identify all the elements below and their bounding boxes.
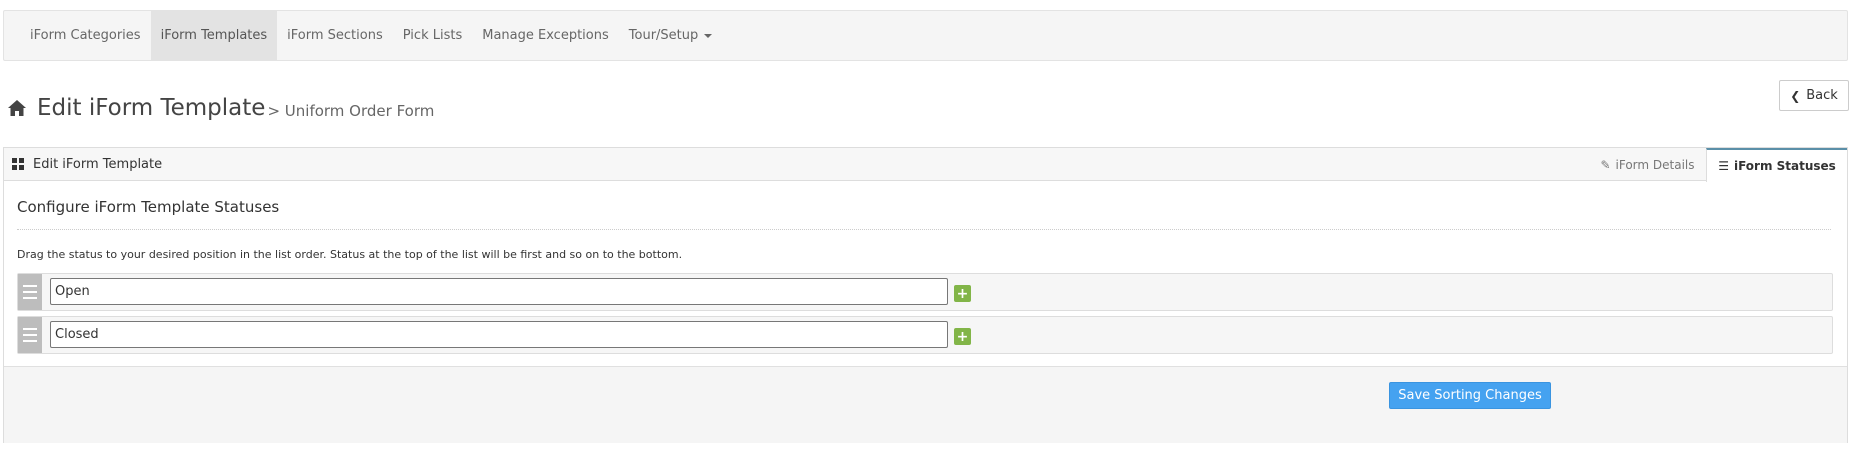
- panel-title: Edit iForm Template: [12, 148, 162, 180]
- nav-label: iForm Categories: [30, 28, 141, 43]
- caret-down-icon: [704, 33, 713, 38]
- chevron-left-icon: ❮: [1790, 88, 1801, 103]
- nav-label: Manage Exceptions: [482, 28, 609, 43]
- status-row[interactable]: +: [17, 273, 1833, 311]
- nav-manage-exceptions[interactable]: Manage Exceptions: [472, 11, 619, 60]
- add-status-button[interactable]: +: [954, 285, 971, 302]
- status-input-open[interactable]: [50, 278, 948, 305]
- grid-icon: [12, 158, 24, 170]
- help-text: Drag the status to your desired position…: [17, 248, 683, 261]
- back-button[interactable]: ❮ Back: [1779, 80, 1849, 111]
- list-icon: ☰: [1718, 159, 1729, 173]
- tab-iform-statuses[interactable]: ☰ iForm Statuses: [1706, 148, 1847, 182]
- section-title: Configure iForm Template Statuses: [17, 198, 1831, 230]
- top-navbar: iForm Categories iForm Templates iForm S…: [3, 10, 1848, 61]
- nav-label: Pick Lists: [402, 28, 463, 43]
- panel-footer: Save Sorting Changes: [4, 366, 1847, 443]
- nav-label: iForm Templates: [160, 28, 268, 43]
- panel-title-text: Edit iForm Template: [33, 156, 163, 172]
- tab-label: iForm Statuses: [1733, 159, 1836, 173]
- back-label: Back: [1806, 88, 1838, 103]
- panel-heading: Edit iForm Template ✎ iForm Details ☰ iF…: [4, 148, 1847, 182]
- nav-iform-sections[interactable]: iForm Sections: [277, 11, 393, 60]
- plus-icon: +: [956, 328, 969, 345]
- home-icon: [8, 100, 26, 116]
- page-subtitle: > Uniform Order Form: [267, 102, 435, 120]
- page-title: Edit iForm Template: [37, 95, 266, 121]
- nav-label: iForm Sections: [287, 28, 383, 43]
- drag-handle-icon[interactable]: [18, 274, 42, 310]
- edit-template-panel: Edit iForm Template ✎ iForm Details ☰ iF…: [3, 147, 1848, 443]
- edit-icon: ✎: [1600, 157, 1611, 172]
- tab-iform-details[interactable]: ✎ iForm Details: [1589, 148, 1706, 181]
- plus-icon: +: [956, 285, 969, 302]
- drag-handle-icon[interactable]: [18, 317, 42, 353]
- nav-tour-setup-dropdown[interactable]: Tour/Setup: [619, 11, 723, 60]
- status-input-closed[interactable]: [50, 321, 948, 348]
- nav-pick-lists[interactable]: Pick Lists: [393, 11, 472, 60]
- page-header: Edit iForm Template > Uniform Order Form: [7, 88, 434, 128]
- nav-label: Tour/Setup: [628, 28, 699, 43]
- nav-iform-templates[interactable]: iForm Templates: [150, 11, 278, 60]
- tab-label: iForm Details: [1615, 157, 1695, 172]
- status-row[interactable]: +: [17, 316, 1833, 354]
- nav-iform-categories[interactable]: iForm Categories: [20, 11, 151, 60]
- save-sorting-button[interactable]: Save Sorting Changes: [1389, 382, 1551, 409]
- add-status-button[interactable]: +: [954, 328, 971, 345]
